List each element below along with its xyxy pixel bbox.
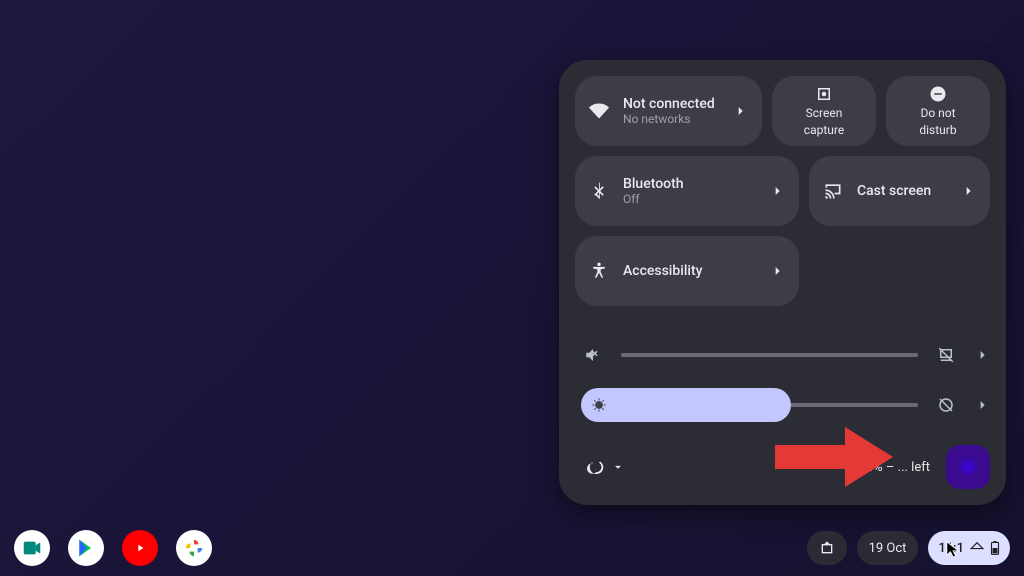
chevron-right-icon[interactable] [769,263,785,279]
volume-slider[interactable] [575,337,990,373]
desktop: Not connected No networks Screen capture… [0,0,1024,576]
tote-button[interactable] [807,531,847,565]
brightness-icon [591,397,607,413]
volume-track[interactable] [621,353,918,357]
bluetooth-title: Bluetooth [623,176,769,192]
app-youtube[interactable] [122,530,158,566]
screen-capture-tile[interactable]: Screen capture [772,76,876,146]
screen-capture-line1: Screen [806,107,843,120]
chevron-right-icon[interactable] [974,347,990,363]
cast-icon [823,181,843,201]
cast-title: Cast screen [857,183,960,199]
accessibility-tile[interactable]: Accessibility [575,236,799,306]
status-tray[interactable]: 11:1 [928,531,1010,565]
night-light-icon[interactable] [928,387,964,423]
wifi-sub: No networks [623,112,732,126]
network-tray-icon [970,541,984,555]
app-google-photos[interactable] [176,530,212,566]
quick-settings-panel: Not connected No networks Screen capture… [559,60,1006,505]
power-menu[interactable] [575,450,637,484]
date-label: 19 Oct [869,541,907,556]
dnd-icon [929,85,947,103]
clock-label: 11:1 [938,541,964,556]
date-chip[interactable]: 19 Oct [857,531,919,565]
volume-mute-icon[interactable] [575,337,611,373]
chevron-right-icon[interactable] [769,183,785,199]
brightness-fill [581,388,791,422]
tote-icon [819,540,835,556]
wifi-off-icon [589,101,609,121]
bluetooth-sub: Off [623,192,769,206]
settings-icon [957,456,979,478]
app-play-store[interactable] [68,530,104,566]
accessibility-title: Accessibility [623,263,769,279]
chevron-right-icon[interactable] [732,103,748,119]
battery-tray-icon [990,541,1000,555]
settings-button[interactable] [946,445,990,489]
dnd-line1: Do not [920,107,955,120]
screen-capture-line2: capture [804,124,844,137]
wifi-title: Not connected [623,96,732,112]
audio-output-icon[interactable] [928,337,964,373]
chevron-right-icon[interactable] [960,183,976,199]
highlight-arrow-icon [775,427,895,487]
chevron-right-icon[interactable] [974,397,990,413]
power-icon [587,458,605,476]
taskbar: 19 Oct 11:1 [0,520,1024,576]
bluetooth-off-icon [589,181,609,201]
wifi-tile[interactable]: Not connected No networks [575,76,762,146]
cast-tile[interactable]: Cast screen [809,156,990,226]
dnd-line2: disturb [919,124,956,137]
bluetooth-tile[interactable]: Bluetooth Off [575,156,799,226]
camera-icon [815,85,833,103]
dnd-tile[interactable]: Do not disturb [886,76,990,146]
brightness-slider[interactable] [575,387,990,423]
chevron-down-icon [611,460,625,474]
app-google-meet[interactable] [14,530,50,566]
accessibility-icon [589,261,609,281]
battery-status: 54% – ... left [859,460,930,475]
brightness-track[interactable] [581,403,918,407]
